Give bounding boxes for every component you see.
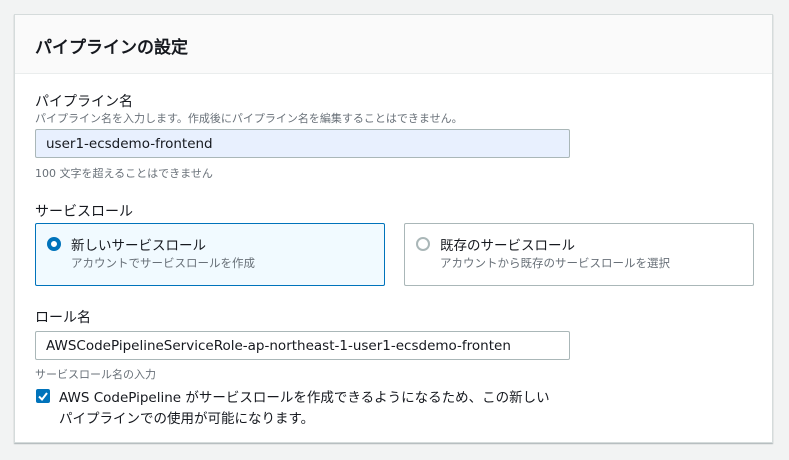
role-name-input[interactable]: AWSCodePipelineServiceRole-ap-northeast-…: [35, 331, 570, 360]
service-role-label: サービスロール: [35, 204, 133, 220]
checkmark-icon: [38, 392, 48, 402]
existing-service-role-subtitle: アカウントから既存のサービスロールを選択: [440, 256, 670, 270]
role-name-hint: サービスロール名の入力: [35, 368, 156, 381]
allow-service-role-text: AWS CodePipeline がサービスロールを作成できるようになるため、こ…: [59, 388, 579, 430]
allow-service-role-line2: パイプラインでの使用が可能になります。: [59, 411, 315, 427]
allow-service-role-line1: AWS CodePipeline がサービスロールを作成できるようになるため、こ…: [59, 390, 550, 406]
pipeline-name-description: パイプライン名を入力します。作成後にパイプライン名を編集することはできません。: [35, 112, 463, 125]
panel-header: パイプラインの設定: [15, 15, 772, 74]
new-service-role-option[interactable]: 新しいサービスロール アカウントでサービスロールを作成: [35, 223, 385, 286]
pipeline-name-input[interactable]: user1-ecsdemo-frontend: [35, 129, 570, 158]
radio-checked-icon[interactable]: [47, 237, 61, 251]
pipeline-name-constraint: 100 文字を超えることはできません: [35, 167, 213, 180]
pipeline-name-label: パイプライン名: [35, 94, 133, 110]
allow-service-role-checkbox[interactable]: [36, 389, 50, 403]
new-service-role-subtitle: アカウントでサービスロールを作成: [71, 256, 255, 270]
existing-service-role-title: 既存のサービスロール: [440, 238, 575, 254]
pipeline-settings-panel: パイプラインの設定 パイプライン名 パイプライン名を入力します。作成後にパイプラ…: [14, 14, 773, 443]
radio-unchecked-icon[interactable]: [416, 237, 430, 251]
role-name-label: ロール名: [35, 310, 91, 326]
panel-title: パイプラインの設定: [35, 38, 188, 58]
existing-service-role-option[interactable]: 既存のサービスロール アカウントから既存のサービスロールを選択: [404, 223, 754, 286]
new-service-role-title: 新しいサービスロール: [71, 238, 206, 254]
